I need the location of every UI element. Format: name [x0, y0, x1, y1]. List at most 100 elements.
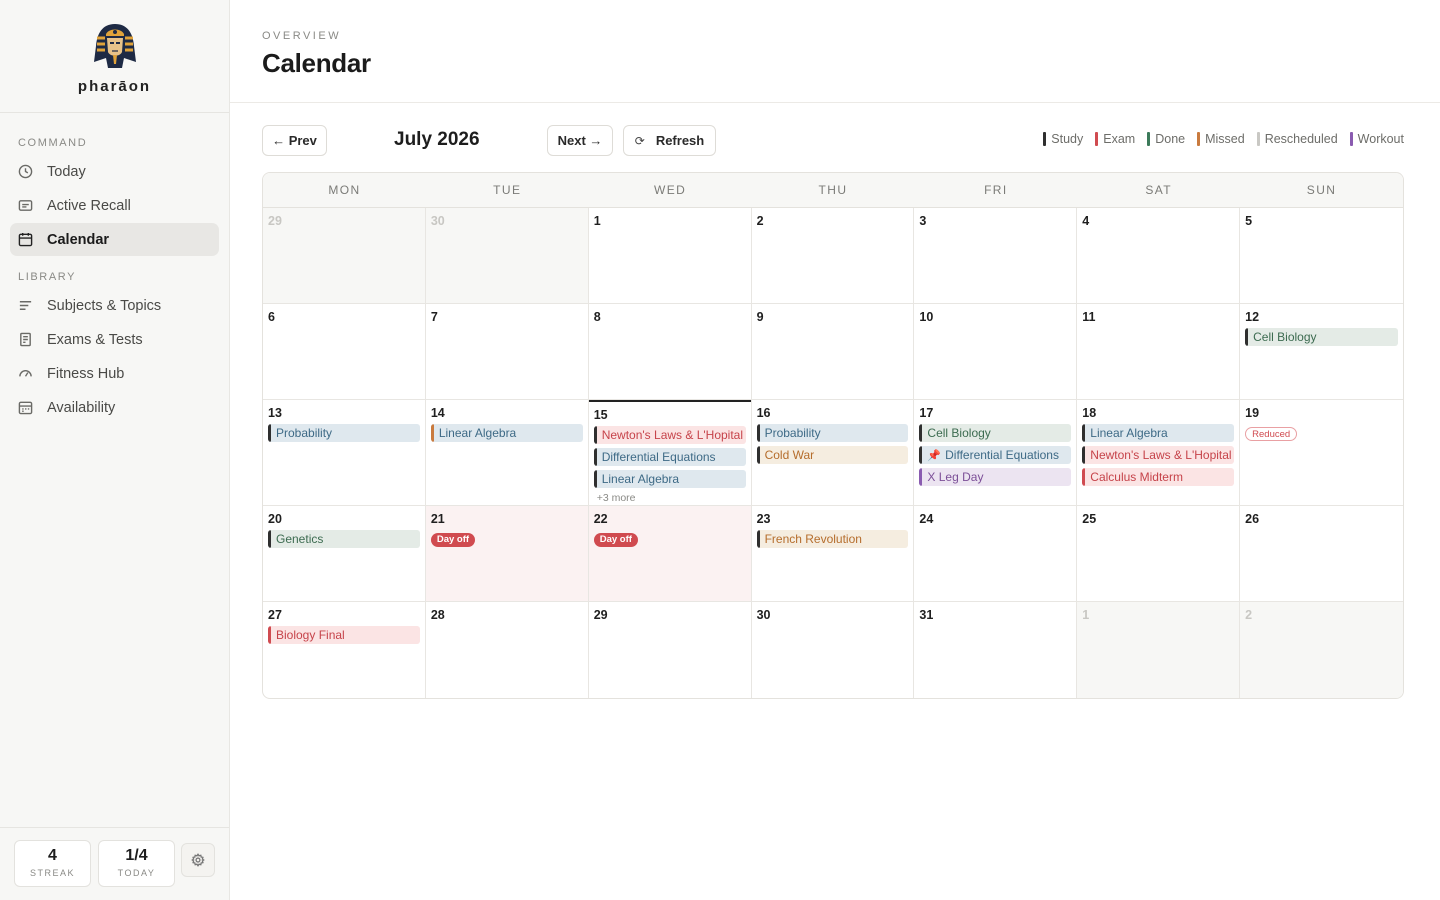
day-cell[interactable]: 1 — [588, 208, 752, 304]
day-number: 18 — [1082, 406, 1097, 420]
weekday-label: THU — [818, 183, 848, 197]
page-eyebrow: OVERVIEW — [262, 30, 342, 42]
day-cell[interactable]: 5 — [1240, 208, 1403, 304]
sidebar-item-label: Availability — [47, 399, 116, 416]
day-number: 24 — [919, 512, 934, 526]
event-title: Biology Final — [276, 628, 345, 642]
day-cell[interactable]: 7 — [425, 304, 589, 400]
streak-card: 4 STREAK — [14, 840, 91, 887]
sidebar-item-active-recall[interactable]: Active Recall — [10, 189, 219, 222]
streak-value: 4 — [48, 847, 57, 864]
day-cell[interactable]: 31 — [914, 602, 1078, 698]
day-cell[interactable]: 30 — [752, 602, 915, 698]
calendar-event[interactable]: Genetics — [268, 530, 420, 548]
day-cell[interactable]: 18 Linear Algebra Newton's Laws & L'Hopita… — [1077, 400, 1241, 506]
sidebar-item-subjects-topics[interactable]: Subjects & Topics — [10, 289, 219, 322]
card-icon — [18, 198, 33, 213]
sidebar-item-label: Subjects & Topics — [47, 297, 162, 314]
pin-icon: 📌 — [927, 450, 942, 462]
calendar-event[interactable]: Cell Biology — [1245, 328, 1398, 346]
calendar-event[interactable]: 📌 Differential Equations — [919, 446, 1072, 464]
day-cell[interactable]: 27 Biology Final — [263, 602, 426, 698]
day-number: 27 — [268, 608, 282, 622]
sidebar-item-exams-tests[interactable]: Exams & Tests — [10, 323, 219, 356]
calendar-event[interactable]: Biology Final — [268, 626, 420, 644]
legend-swatch — [1197, 132, 1201, 146]
event-title: Newton's Laws & L'Hopital — [1090, 448, 1232, 462]
day-cell[interactable]: 29 — [589, 602, 752, 698]
prev-month-button[interactable]: ← Prev — [262, 125, 327, 156]
nav-command-section: COMMAND Today Active Recall Calendar LIB… — [0, 113, 229, 424]
day-cell[interactable]: 25 — [1077, 506, 1241, 602]
calendar-event[interactable]: Probability — [756, 424, 909, 442]
day-cell[interactable]: 20 Genetics — [263, 506, 426, 602]
sidebar-item-calendar[interactable]: Calendar — [10, 223, 219, 256]
refresh-button[interactable]: ⟳ Refresh — [623, 125, 716, 156]
day-cell[interactable]: 2 — [1240, 602, 1403, 698]
calendar-event[interactable]: X Leg Day — [919, 468, 1072, 486]
day-cell[interactable]: 12 Cell Biology — [1240, 304, 1403, 400]
day-cell[interactable]: 28 — [426, 602, 589, 698]
streak-label: STREAK — [29, 868, 75, 878]
page-header: OVERVIEW Calendar — [230, 0, 1440, 103]
settings-button[interactable] — [181, 843, 215, 877]
day-cell[interactable]: 11 — [1077, 304, 1241, 400]
day-cell[interactable]: 17 Cell Biology 📌 Differential Equations X L… — [914, 400, 1078, 506]
calendar-event[interactable]: Linear Algebra — [1082, 424, 1235, 442]
legend-swatch — [1256, 132, 1260, 146]
nav-heading-command: COMMAND — [18, 137, 88, 149]
weekday-header: MON TUE WED THU FRI SAT SUN — [263, 173, 1403, 208]
day-cell[interactable]: 13 Probability — [263, 400, 426, 506]
day-cell[interactable]: 6 — [263, 304, 426, 400]
calendar-event[interactable]: Linear Algebra — [430, 424, 583, 442]
day-number: 10 — [919, 310, 934, 324]
calendar-event[interactable]: Differential Equations — [593, 448, 746, 466]
calendar-event[interactable]: Cold War — [756, 446, 909, 464]
day-number: 12 — [1245, 310, 1260, 324]
calendar-event[interactable]: Linear Algebra — [593, 470, 746, 488]
day-cell[interactable]: 1 — [1077, 602, 1241, 698]
day-cell[interactable]: 16 Probability Cold War — [751, 400, 915, 506]
calendar-event[interactable]: Calculus Midterm — [1082, 468, 1235, 486]
next-month-button[interactable]: Next → — [547, 125, 613, 156]
calendar-toolbar: ← Prev July 2026 Next → ⟳ Refresh Study E… — [262, 125, 1404, 156]
event-title: Linear Algebra — [1090, 426, 1168, 440]
calendar-event[interactable]: Probability — [268, 424, 420, 442]
day-number: 31 — [919, 608, 934, 622]
schedule-icon — [18, 400, 33, 415]
weekday-label: SUN — [1306, 183, 1337, 197]
calendar-event[interactable]: Newton's Laws & L'Hopital — [593, 426, 746, 444]
sidebar: pharāon COMMAND Today Active Recall Cale… — [0, 0, 230, 900]
day-number: 3 — [919, 214, 927, 228]
day-cell[interactable]: 22 Day off — [588, 506, 752, 602]
day-cell[interactable]: 24 — [914, 506, 1078, 602]
day-cell[interactable]: 4 — [1077, 208, 1241, 304]
day-cell[interactable]: 19 Reduced — [1240, 400, 1403, 506]
day-number: 14 — [430, 406, 445, 420]
day-cell[interactable]: 3 — [914, 208, 1078, 304]
weekday-label: WED — [654, 183, 687, 197]
day-cell[interactable]: 9 — [751, 304, 915, 400]
day-cell[interactable]: 30 — [425, 208, 589, 304]
calendar-event[interactable]: Cell Biology — [919, 424, 1072, 442]
day-number: 2 — [1245, 608, 1253, 622]
day-cell[interactable]: 2 — [751, 208, 915, 304]
day-cell[interactable]: 23 French Revolution — [751, 506, 915, 602]
day-cell[interactable]: 14 Linear Algebra — [425, 400, 589, 506]
day-number: 28 — [430, 608, 445, 622]
sidebar-item-availability[interactable]: Availability — [10, 391, 219, 424]
month-title: July 2026 — [394, 129, 480, 150]
day-cell-today[interactable]: 15 Newton's Laws & L'Hopital Differential … — [588, 400, 752, 506]
day-cell[interactable]: 29 — [263, 208, 426, 304]
sidebar-item-fitness-hub[interactable]: Fitness Hub — [10, 357, 219, 390]
calendar-event[interactable]: Newton's Laws & L'Hopital — [1082, 446, 1235, 464]
calendar-event[interactable]: French Revolution — [756, 530, 909, 548]
day-cell[interactable]: 10 — [914, 304, 1078, 400]
day-cell[interactable]: 8 — [588, 304, 752, 400]
sidebar-item-label: Today — [47, 163, 86, 180]
sidebar-item-today[interactable]: Today — [10, 155, 219, 188]
more-events-link[interactable]: +3 more — [594, 492, 746, 504]
day-cell[interactable]: 21 Day off — [425, 506, 589, 602]
weekday-label: SAT — [1145, 183, 1173, 197]
day-cell[interactable]: 26 — [1240, 506, 1403, 602]
